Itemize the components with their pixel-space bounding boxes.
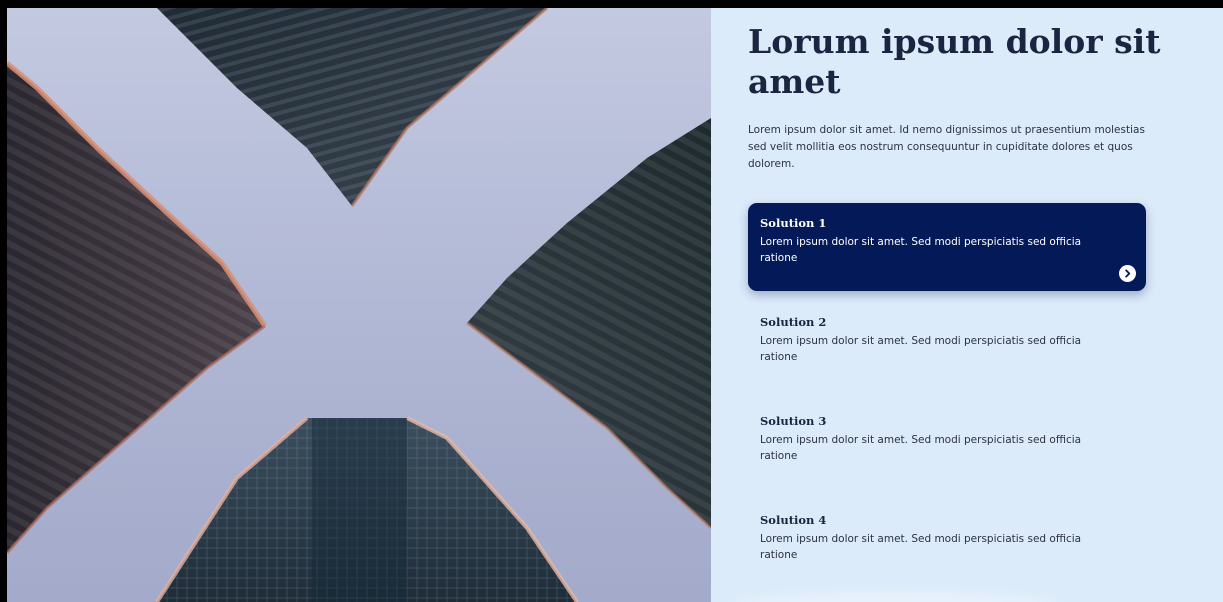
solution-description: Lorem ipsum dolor sit amet. Sed modi per… [760, 533, 1082, 561]
solution-description: Lorem ipsum dolor sit amet. Sed modi per… [760, 335, 1082, 363]
page-title: Lorum ipsum dolor sit amet [748, 22, 1161, 101]
solution-description: Lorem ipsum dolor sit amet. Sed modi per… [760, 236, 1082, 264]
solution-card-2[interactable]: Solution 2 Lorem ipsum dolor sit amet. S… [748, 302, 1146, 390]
skyscrapers-photo [7, 8, 711, 602]
solution-card-3[interactable]: Solution 3 Lorem ipsum dolor sit amet. S… [748, 401, 1146, 489]
solution-title: Solution 2 [760, 315, 827, 329]
solution-title: Solution 1 [760, 216, 827, 230]
solutions-list: Solution 1 Lorem ipsum dolor sit amet. S… [748, 203, 1146, 588]
solution-title: Solution 4 [760, 513, 827, 527]
intro-text: Lorem ipsum dolor sit amet. Id nemo dign… [748, 124, 1145, 170]
solution-card-1[interactable]: Solution 1 Lorem ipsum dolor sit amet. S… [748, 203, 1146, 291]
chevron-right-icon[interactable] [1119, 265, 1136, 282]
hero-section: Lorum ipsum dolor sit amet Lorem ipsum d… [7, 8, 1223, 602]
content-panel: Lorum ipsum dolor sit amet Lorem ipsum d… [711, 8, 1223, 602]
solution-card-4[interactable]: Solution 4 Lorem ipsum dolor sit amet. S… [748, 500, 1146, 588]
solution-title: Solution 3 [760, 414, 827, 428]
decorative-glow [731, 592, 1061, 602]
solution-description: Lorem ipsum dolor sit amet. Sed modi per… [760, 434, 1082, 462]
skyscrapers-illustration [7, 8, 711, 602]
